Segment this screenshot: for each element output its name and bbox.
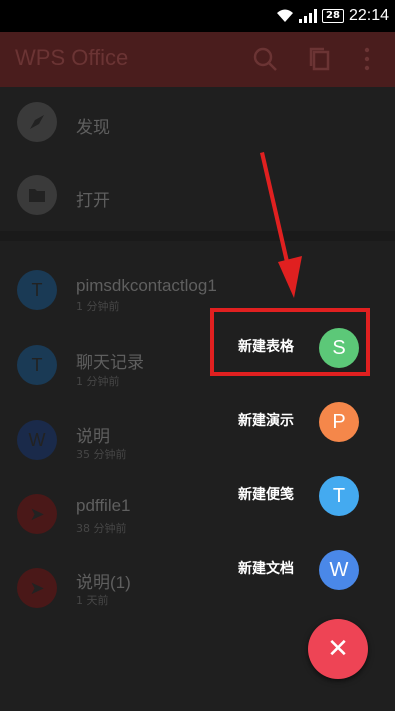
document-icon[interactable]: W xyxy=(319,550,359,590)
fab-label: 新建便笺 xyxy=(238,487,294,503)
app-bar: WPS Office xyxy=(0,32,395,87)
text-file-icon: T xyxy=(17,270,57,310)
file-name: pimsdkcontactlog1 xyxy=(76,276,217,295)
text-file-icon: T xyxy=(17,345,57,385)
battery-icon: 28 xyxy=(322,9,344,23)
file-name: 聊天记录 xyxy=(76,353,144,372)
close-icon: ✕ xyxy=(327,634,349,664)
copy-icon[interactable] xyxy=(305,44,335,74)
presentation-icon[interactable]: P xyxy=(319,402,359,442)
clock: 22:14 xyxy=(348,7,389,24)
search-icon[interactable] xyxy=(250,44,280,74)
file-time: 1 分钟前 xyxy=(76,300,120,313)
new-note-button[interactable]: 新建便笺 T xyxy=(215,472,365,518)
file-name: 说明 xyxy=(76,427,110,446)
section-divider xyxy=(0,231,395,241)
file-time: 38 分钟前 xyxy=(76,522,127,535)
fab-label: 新建文档 xyxy=(238,561,294,577)
word-file-icon: W xyxy=(17,420,57,460)
nav-label: 打开 xyxy=(76,191,110,210)
new-document-button[interactable]: 新建文档 W xyxy=(215,546,365,592)
file-name: 说明(1) xyxy=(76,573,131,592)
file-name: pdffile1 xyxy=(76,496,131,515)
file-time: 1 分钟前 xyxy=(76,375,120,388)
status-bar: 28 22:14 xyxy=(0,0,395,32)
annotation-arrow xyxy=(260,152,302,298)
pdf-file-icon: ➤ xyxy=(17,494,57,534)
signal-icon xyxy=(299,9,318,23)
folder-icon xyxy=(17,175,57,215)
file-time: 35 分钟前 xyxy=(76,448,127,461)
file-time: 1 天前 xyxy=(76,594,109,607)
nav-item-discover[interactable]: 发现 xyxy=(0,87,395,159)
new-presentation-button[interactable]: 新建演示 P xyxy=(215,398,365,444)
note-icon[interactable]: T xyxy=(319,476,359,516)
wifi-icon xyxy=(276,9,294,23)
close-fab-button[interactable]: ✕ xyxy=(308,619,368,679)
pdf-file-icon: ➤ xyxy=(17,568,57,608)
fab-label: 新建演示 xyxy=(238,413,294,429)
compass-icon xyxy=(17,102,57,142)
app-title: WPS Office xyxy=(15,45,129,70)
more-icon[interactable] xyxy=(355,44,385,74)
nav-label: 发现 xyxy=(76,118,110,137)
nav-item-open[interactable]: 打开 xyxy=(0,159,395,231)
highlight-box xyxy=(210,308,370,376)
